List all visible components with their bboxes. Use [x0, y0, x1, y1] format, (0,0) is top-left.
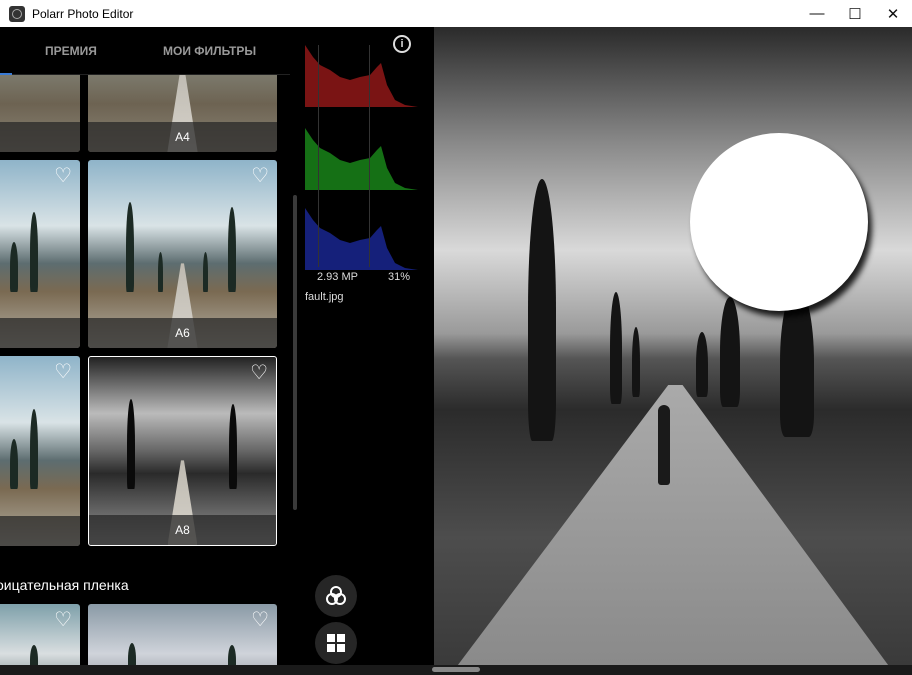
- brush-cursor-circle: [690, 133, 868, 311]
- filter-label: A8: [89, 515, 276, 545]
- filter-tile[interactable]: [0, 75, 80, 152]
- filter-section-title: оицательная пленка: [0, 577, 129, 593]
- photo-canvas[interactable]: [434, 27, 912, 665]
- close-button[interactable]: ✕: [874, 0, 912, 27]
- filter-scrollbar[interactable]: [293, 195, 297, 510]
- window-title: Polarr Photo Editor: [32, 6, 134, 21]
- filter-label: A6: [88, 318, 277, 348]
- histogram-green: [305, 128, 418, 190]
- filter-grid: A4 ♡ ♡ A6 ♡ ♡ A8 оицательная пленка ♡ ♡: [0, 75, 290, 675]
- minimize-button[interactable]: —: [798, 0, 836, 27]
- histogram-guide: [318, 45, 319, 267]
- grid-icon: [327, 634, 345, 652]
- heart-icon[interactable]: ♡: [54, 610, 72, 630]
- filter-tile[interactable]: ♡: [0, 160, 80, 348]
- tree: [632, 327, 640, 397]
- tree: [696, 332, 708, 397]
- filter-label: [0, 516, 80, 546]
- maximize-button[interactable]: ☐: [836, 0, 874, 27]
- filter-tile-a8[interactable]: ♡ A8: [88, 356, 277, 546]
- grid-view-button[interactable]: [315, 622, 357, 664]
- active-tab-indicator: [0, 73, 12, 75]
- tree: [528, 179, 556, 441]
- zoom-readout: 31%: [388, 271, 411, 283]
- heart-icon[interactable]: ♡: [251, 166, 269, 186]
- tab-premium[interactable]: ПРЕМИЯ: [45, 44, 97, 58]
- filter-tile[interactable]: ♡: [0, 356, 80, 546]
- info-icon[interactable]: i: [393, 35, 411, 53]
- filters-button[interactable]: [315, 575, 357, 617]
- histogram-blue: [305, 208, 418, 270]
- tree: [720, 297, 740, 407]
- filter-tile-a4[interactable]: A4: [88, 75, 277, 152]
- person: [658, 405, 670, 485]
- megapixels-readout: 2.93 MP: [317, 271, 358, 283]
- histogram-guide: [369, 45, 370, 267]
- scrollbar-thumb[interactable]: [432, 667, 480, 672]
- app-icon: [9, 5, 25, 22]
- heart-icon[interactable]: ♡: [54, 166, 72, 186]
- histogram-red: [305, 45, 418, 107]
- title-bar: Polarr Photo Editor — ☐ ✕: [0, 0, 912, 27]
- filter-label: [0, 318, 80, 348]
- heart-icon[interactable]: ♡: [54, 362, 72, 382]
- color-circles-icon: [326, 586, 346, 605]
- heart-icon[interactable]: ♡: [251, 610, 269, 630]
- road: [457, 385, 889, 665]
- filter-label: A4: [88, 122, 277, 152]
- tab-my-filters[interactable]: МОИ ФИЛЬТРЫ: [163, 44, 256, 58]
- filter-label: [0, 122, 80, 152]
- filename: fault.jpg: [305, 291, 344, 303]
- tree: [610, 292, 622, 404]
- filter-tabs: ПРЕМИЯ МОИ ФИЛЬТРЫ: [0, 27, 290, 75]
- heart-icon[interactable]: ♡: [250, 363, 268, 383]
- horizontal-scrollbar[interactable]: [0, 665, 912, 675]
- filter-tile-a6[interactable]: ♡ A6: [88, 160, 277, 348]
